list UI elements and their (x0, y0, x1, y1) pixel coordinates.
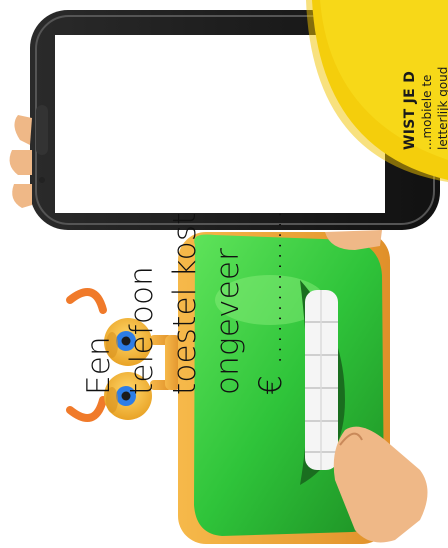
badge-title: WIST JE D (402, 70, 418, 150)
phone-line-4: ongeveer (210, 247, 246, 395)
badge-line-2: letterlijk goud (436, 66, 448, 150)
phone-line-3: toestel kost (167, 212, 203, 395)
phone-line-1: Een (81, 336, 117, 395)
phone-line-5: € …………… (253, 209, 289, 395)
phone-screen-text: Een telefoon toestel kost ongeveer € ………… (78, 35, 293, 395)
illustration-scene: Een telefoon toestel kost ongeveer € ………… (0, 0, 448, 548)
info-badge: WIST JE D ...mobiele te letterlijk goud (401, 0, 448, 150)
badge-line-1: ...mobiele te (420, 74, 434, 150)
sound-arc-bottom (66, 396, 107, 422)
phone-line-2: telefoon (124, 265, 160, 395)
